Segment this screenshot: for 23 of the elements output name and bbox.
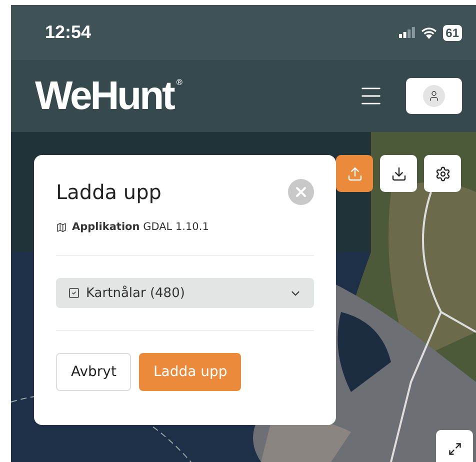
- close-icon: [293, 184, 309, 200]
- download-button[interactable]: [380, 155, 417, 192]
- settings-icon: [434, 166, 450, 182]
- layer-select[interactable]: Kartnålar (480): [56, 278, 314, 308]
- fullscreen-button[interactable]: [436, 430, 473, 462]
- registered-mark: ®: [175, 78, 184, 87]
- person-icon: [428, 90, 440, 102]
- battery-level: 61: [442, 24, 462, 40]
- wifi-icon: [420, 26, 437, 38]
- checkbox-icon: [68, 287, 80, 299]
- upload-icon: [346, 166, 362, 182]
- dialog-title: Ladda upp: [56, 180, 162, 204]
- map-icon: [56, 222, 67, 232]
- cancel-button[interactable]: Avbryt: [56, 353, 132, 391]
- application-info: Applikation GDAL 1.10.1: [72, 221, 209, 233]
- logo: WeHunt: [35, 74, 174, 118]
- clock-time: 12:54: [45, 22, 92, 43]
- signal-icon: [398, 27, 415, 38]
- profile-button[interactable]: [406, 78, 462, 114]
- upload-button[interactable]: [336, 155, 373, 192]
- expand-icon: [448, 442, 462, 456]
- settings-button[interactable]: [424, 155, 461, 192]
- download-icon: [390, 166, 406, 182]
